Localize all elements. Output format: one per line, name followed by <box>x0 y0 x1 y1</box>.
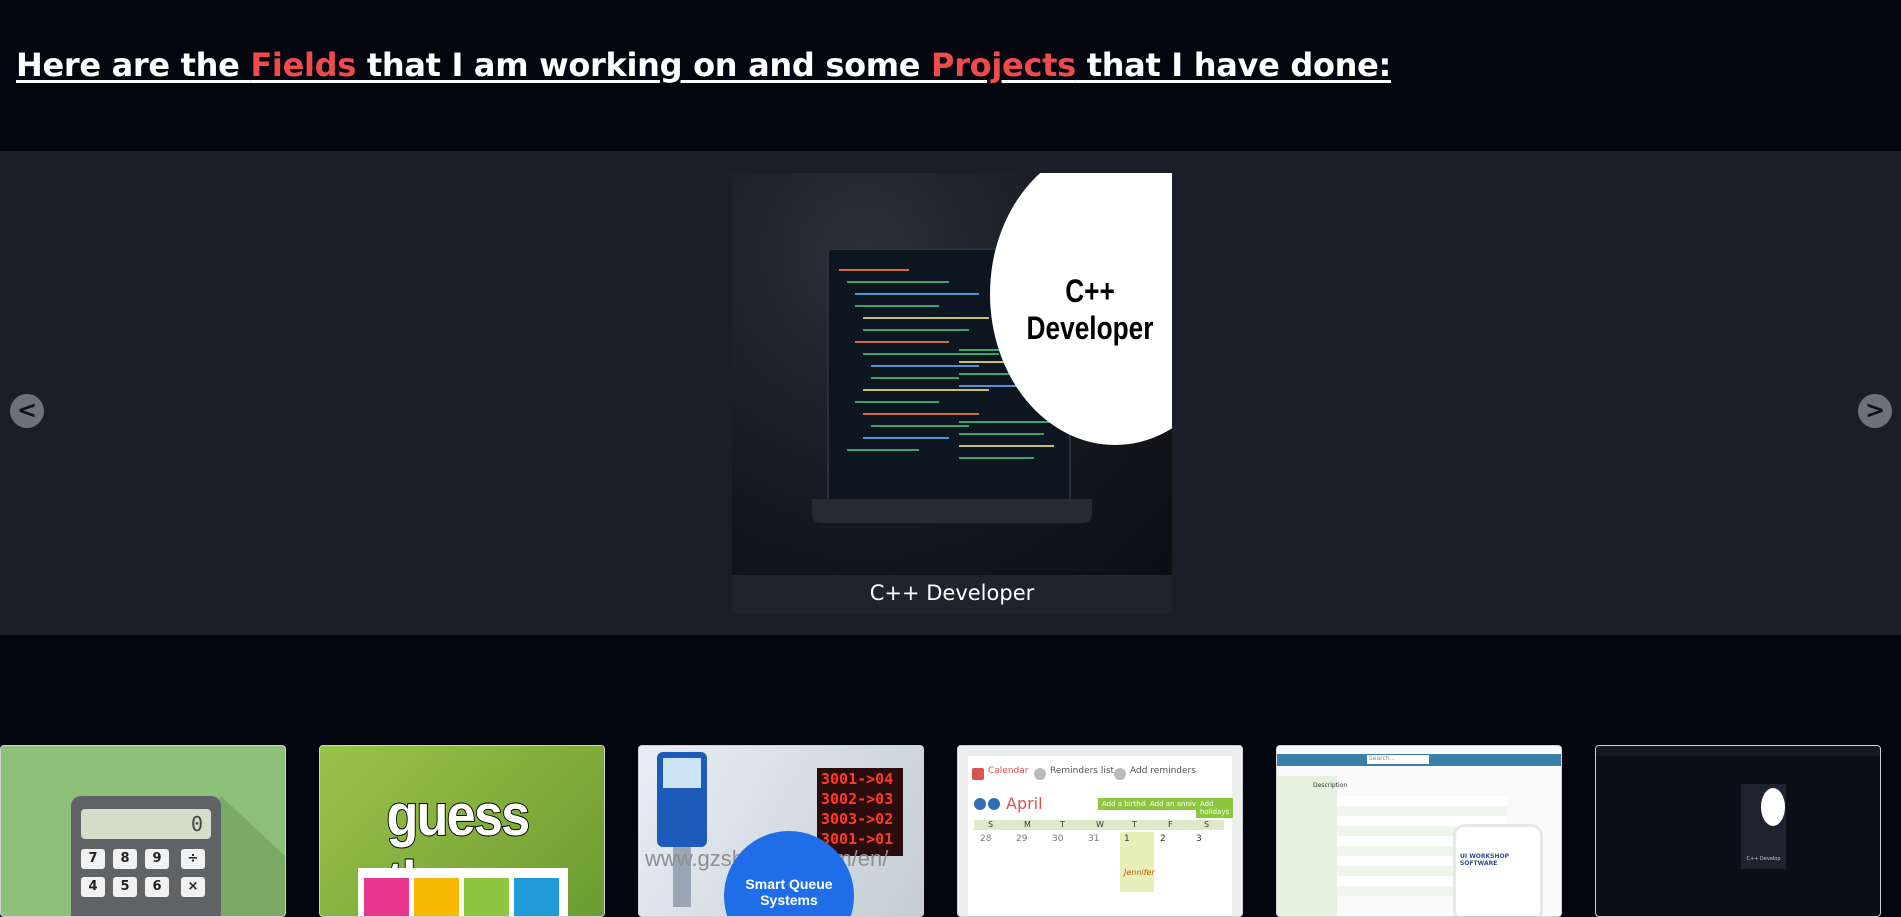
queue-line: 3001->04 <box>821 770 894 788</box>
add-icon <box>1114 768 1126 780</box>
brand-label: UI WORKSHOP SOFTWARE <box>1460 853 1510 867</box>
queue-display-board: 3001->04 3002->03 3003->02 3001->01 <box>817 768 903 856</box>
project-workshop-software-card[interactable]: Search... Description UI WORKSHOP SOFTWA… <box>1276 745 1562 917</box>
carousel-next-button[interactable]: > <box>1858 394 1892 428</box>
preview-caption: C++ Develop <box>1746 856 1781 862</box>
slide-image-title: C++ Developer <box>1026 273 1154 346</box>
calc-key: 6 <box>145 877 169 897</box>
app-sidebar <box>1277 776 1337 916</box>
project-calendar-card[interactable]: Calendar Reminders list Add reminders Ap… <box>957 745 1243 917</box>
calendar-event: Jennifer <box>1124 868 1155 877</box>
calendar-day: 30 <box>1052 834 1064 844</box>
calendar-month: April <box>1006 794 1043 813</box>
calc-key: 8 <box>113 849 137 869</box>
calendar-day: 31 <box>1088 834 1100 844</box>
calculator-display: 0 <box>81 809 211 839</box>
reminders-list-tab: Reminders list <box>1050 766 1115 776</box>
carousel-slide[interactable]: C++ Developer C++ Developer <box>732 173 1172 613</box>
calc-key: 7 <box>81 849 105 869</box>
phone-mockup: UI WORKSHOP SOFTWARE <box>1453 824 1543 916</box>
calendar-window: Calendar Reminders list Add reminders Ap… <box>968 756 1234 916</box>
calendar-tab: Calendar <box>988 766 1029 776</box>
app-header-bar: Search... <box>1277 754 1561 766</box>
calendar-day: 2 <box>1160 834 1166 844</box>
laptop-base <box>812 499 1092 523</box>
queue-line: 3002->03 <box>821 790 894 808</box>
add-holidays-button: Add holidays <box>1196 798 1234 818</box>
next-month-icon <box>988 798 1000 810</box>
color-panel <box>358 868 568 916</box>
fields-carousel: < C++ Developer C++ Developer > <box>0 151 1901 635</box>
heading-fields-highlight: Fields <box>250 46 357 84</box>
heading-projects-highlight: Projects <box>931 46 1076 84</box>
calc-key: × <box>181 877 205 897</box>
calendar-day: 28 <box>980 834 992 844</box>
heading-text-1: Here are the <box>16 46 251 84</box>
add-reminders-tab: Add reminders <box>1130 766 1196 776</box>
calendar-day: 29 <box>1016 834 1028 844</box>
calc-key: ÷ <box>181 849 205 869</box>
calc-key: 9 <box>145 849 169 869</box>
queue-line: 3003->02 <box>821 810 894 828</box>
project-calculator-card[interactable]: 0 7 8 9 ÷ 4 5 6 × <box>0 745 286 917</box>
prev-month-icon <box>974 798 986 810</box>
project-portfolio-preview-card[interactable]: C++ Develop <box>1595 745 1881 917</box>
heading-text-3: that I have done: <box>1075 46 1392 84</box>
carousel-prev-button[interactable]: < <box>10 394 44 428</box>
reminders-icon <box>1034 768 1046 780</box>
calendar-day: 3 <box>1196 834 1202 844</box>
column-header: Description <box>1313 782 1348 789</box>
preview-slide: C++ Develop <box>1741 784 1786 869</box>
calc-key: 5 <box>113 877 137 897</box>
preview-nav <box>1596 746 1880 756</box>
queue-badge-text: Smart Queue Systems <box>745 876 833 908</box>
section-heading: Here are the Fields that I am working on… <box>16 46 1391 84</box>
project-guess-game-card[interactable]: guess the <box>319 745 605 917</box>
slide-image: C++ Developer <box>732 173 1172 575</box>
heading-text-2: that I am working on and some <box>356 46 932 84</box>
weekday-header: S M T W T F S <box>974 820 1224 830</box>
slide-caption: C++ Developer <box>869 581 1035 605</box>
calendar-icon <box>972 768 984 780</box>
calendar-day: 1 <box>1124 834 1130 844</box>
project-queue-system-card[interactable]: 3001->04 3002->03 3003->02 3001->01 www.… <box>638 745 924 917</box>
calc-key: 4 <box>81 877 105 897</box>
